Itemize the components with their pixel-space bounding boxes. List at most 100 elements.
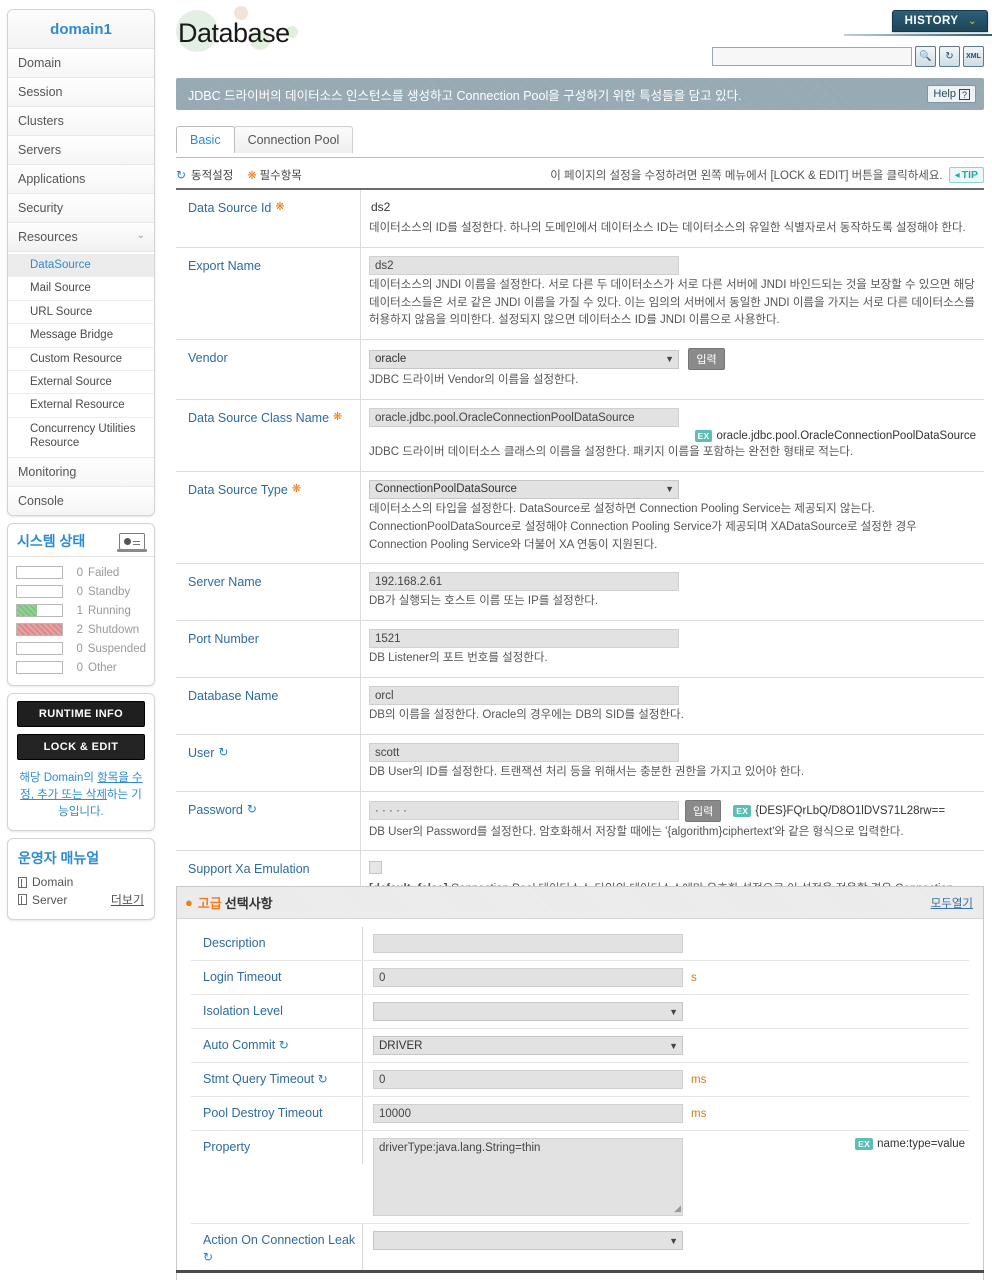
manual-item-server[interactable]: Server 더보기 [8,890,154,909]
form-label-text: Vendor [188,351,228,366]
sidebar-subitem-label: DataSource [30,259,91,271]
vendor-select[interactable]: oracle ▼ [369,349,679,369]
manual-item-domain[interactable]: Domain [8,874,154,890]
isolation-level-select[interactable]: ▼ [373,1002,683,1021]
sidebar-item-url-source[interactable]: URL Source [8,301,154,325]
user-input[interactable]: scott [369,742,679,762]
form-label-text: User [188,745,215,760]
page-description-bar: JDBC 드라이버의 데이터소스 인스턴스를 생성하고 Connection P… [176,78,984,110]
form-field: 1521 DB Listener의 포트 번호를 설정한다. [361,621,984,677]
search-icon[interactable]: 🔍 [915,46,936,67]
sidebar-item-external-resource[interactable]: External Resource [8,394,154,418]
form-label: Port Number [176,621,361,677]
tab-connection-pool[interactable]: Connection Pool [233,126,354,153]
refresh-icon[interactable]: ↻ [939,46,960,67]
status-row-suspended: 0 Suspended [16,639,146,658]
tip-badge[interactable]: ◂ TIP [948,167,984,183]
vendor-select-value: oracle [375,353,407,366]
sidebar-item-clusters[interactable]: Clusters [8,107,154,136]
sidebar-item-session[interactable]: Session [8,78,154,107]
asterisk-icon: ❋ [333,411,343,424]
sidebar-item-mail-source[interactable]: Mail Source [8,277,154,301]
description-input[interactable] [373,934,683,953]
system-status-card: 시스템 상태 0 Failed 0 Standby 1 Running 2 Sh… [7,523,155,687]
expand-all-link[interactable]: 모두열기 [931,895,973,911]
chevron-down-icon: ▼ [669,1235,678,1246]
action-on-connection-leak-select[interactable]: ▼ [373,1231,683,1250]
form-row-data-source-type: Data Source Type ❋ ConnectionPoolDataSou… [176,471,984,565]
form-field: ds2 데이터소스의 ID를 설정한다. 하나의 도메인에서 데이터소스 ID는… [361,190,984,247]
sidebar-item-servers[interactable]: Servers [8,136,154,165]
manual-more-link[interactable]: 더보기 [111,891,144,908]
form-label-text: Data Source Type [188,482,288,497]
form-label: Data Source Class Name ❋ [176,400,361,471]
status-row-other: 0 Other [16,658,146,677]
sidebar-subitem-label: Message Bridge [30,329,114,342]
sidebar-item-datasource[interactable]: DataSource [8,254,154,278]
sidebar-item-console[interactable]: Console [8,487,154,516]
server-name-input[interactable]: 192.168.2.61 [369,572,679,592]
advanced-label: Isolation Level [191,995,363,1028]
sidebar-item-label: Security [18,201,64,215]
form-row-data-source-id: Data Source Id ❋ ds2 데이터소스의 ID를 설정한다. 하나… [176,190,984,248]
asterisk-icon: ❋ [291,482,302,495]
tab-basic[interactable]: Basic [176,126,235,153]
password-input[interactable]: · · · · · [369,801,679,821]
database-name-input[interactable]: orcl [369,685,679,705]
data-source-type-value: ConnectionPoolDataSource [375,483,517,496]
vendor-input-button[interactable]: 입력 [688,348,725,371]
resize-grip-icon[interactable]: ◢ [674,1203,681,1214]
auto-commit-select[interactable]: DRIVER ▼ [373,1036,683,1055]
sidebar-item-domain[interactable]: Domain [8,49,154,78]
system-status-list: 0 Failed 0 Standby 1 Running 2 Shutdown [8,557,154,685]
property-textarea[interactable]: driverType:java.lang.String=thin [373,1138,683,1216]
sidebar-item-custom-resource[interactable]: Custom Resource [8,348,154,371]
status-row-standby: 0 Standby [16,582,146,601]
status-count: 0 [76,585,83,598]
status-count: 0 [76,566,83,579]
sidebar-item-applications[interactable]: Applications [8,165,154,194]
support-xa-emulation-checkbox[interactable] [369,860,382,874]
advanced-field [363,927,969,960]
search-input[interactable] [712,47,912,66]
export-name-input[interactable]: ds2 [369,255,679,275]
form-field: · · · · · 입력 EX {DES}FQrLbQ/D8O1lDVS71L2… [361,792,984,851]
form-label: Password ↻ [176,791,361,851]
sidebar-item-external-source[interactable]: External Source [8,371,154,395]
password-input-button[interactable]: 입력 [685,799,722,822]
form-field: 192.168.2.61 DB가 실행되는 호스트 이름 또는 IP를 설정한다… [361,564,984,620]
stmt-query-timeout-input[interactable]: 0 [373,1070,683,1089]
sidebar-item-message-bridge[interactable]: Message Bridge [8,324,154,348]
sidebar-item-security[interactable]: Security [8,194,154,223]
book-icon [18,894,27,906]
pool-destroy-timeout-input[interactable]: 10000 [373,1104,683,1123]
lock-and-edit-button[interactable]: LOCK & EDIT [17,734,145,761]
example-line: EX oracle.jdbc.pool.OracleConnectionPool… [369,430,976,443]
login-timeout-unit: s [691,971,697,984]
form-row-data-source-class-name: Data Source Class Name ❋ oracle.jdbc.poo… [176,400,984,472]
xml-export-icon[interactable]: XML [963,46,984,67]
history-button[interactable]: HISTORY ⌄ [891,10,988,32]
sidebar-item-resources[interactable]: Resources ⌄ [8,223,154,252]
sidebar-subitem-label: External Source [30,375,112,388]
advanced-label: Action On Connection Leak ↻ [191,1224,363,1274]
form-label-text: Port Number [188,632,259,647]
status-bar [16,623,63,637]
sidebar-item-monitoring[interactable]: Monitoring [8,458,154,488]
sidebar-item-concurrency-utilities-resource[interactable]: Concurrency Utilities Resource [8,418,154,455]
runtime-info-button[interactable]: RUNTIME INFO [17,701,145,728]
sidebar-item-label: Resources [18,230,78,244]
help-button[interactable]: Help ? [927,85,976,103]
history-button-label: HISTORY [904,15,959,27]
status-label: Running [88,604,131,617]
status-label: Other [88,661,117,674]
sidebar-nav-card: domain1 Domain Session Clusters Servers … [7,9,155,517]
advanced-row-pool-destroy-timeout: Pool Destroy Timeout 10000 ms [191,1097,969,1131]
monitor-icon[interactable] [117,532,147,552]
data-source-type-select[interactable]: ConnectionPoolDataSource ▼ [369,479,679,499]
data-source-class-name-input[interactable]: oracle.jdbc.pool.OracleConnectionPoolDat… [369,408,679,428]
login-timeout-input[interactable]: 0 [373,968,683,987]
refresh-icon: ↻ [176,167,187,182]
port-number-input[interactable]: 1521 [369,629,679,649]
form-label-text: Data Source Class Name [188,411,330,426]
